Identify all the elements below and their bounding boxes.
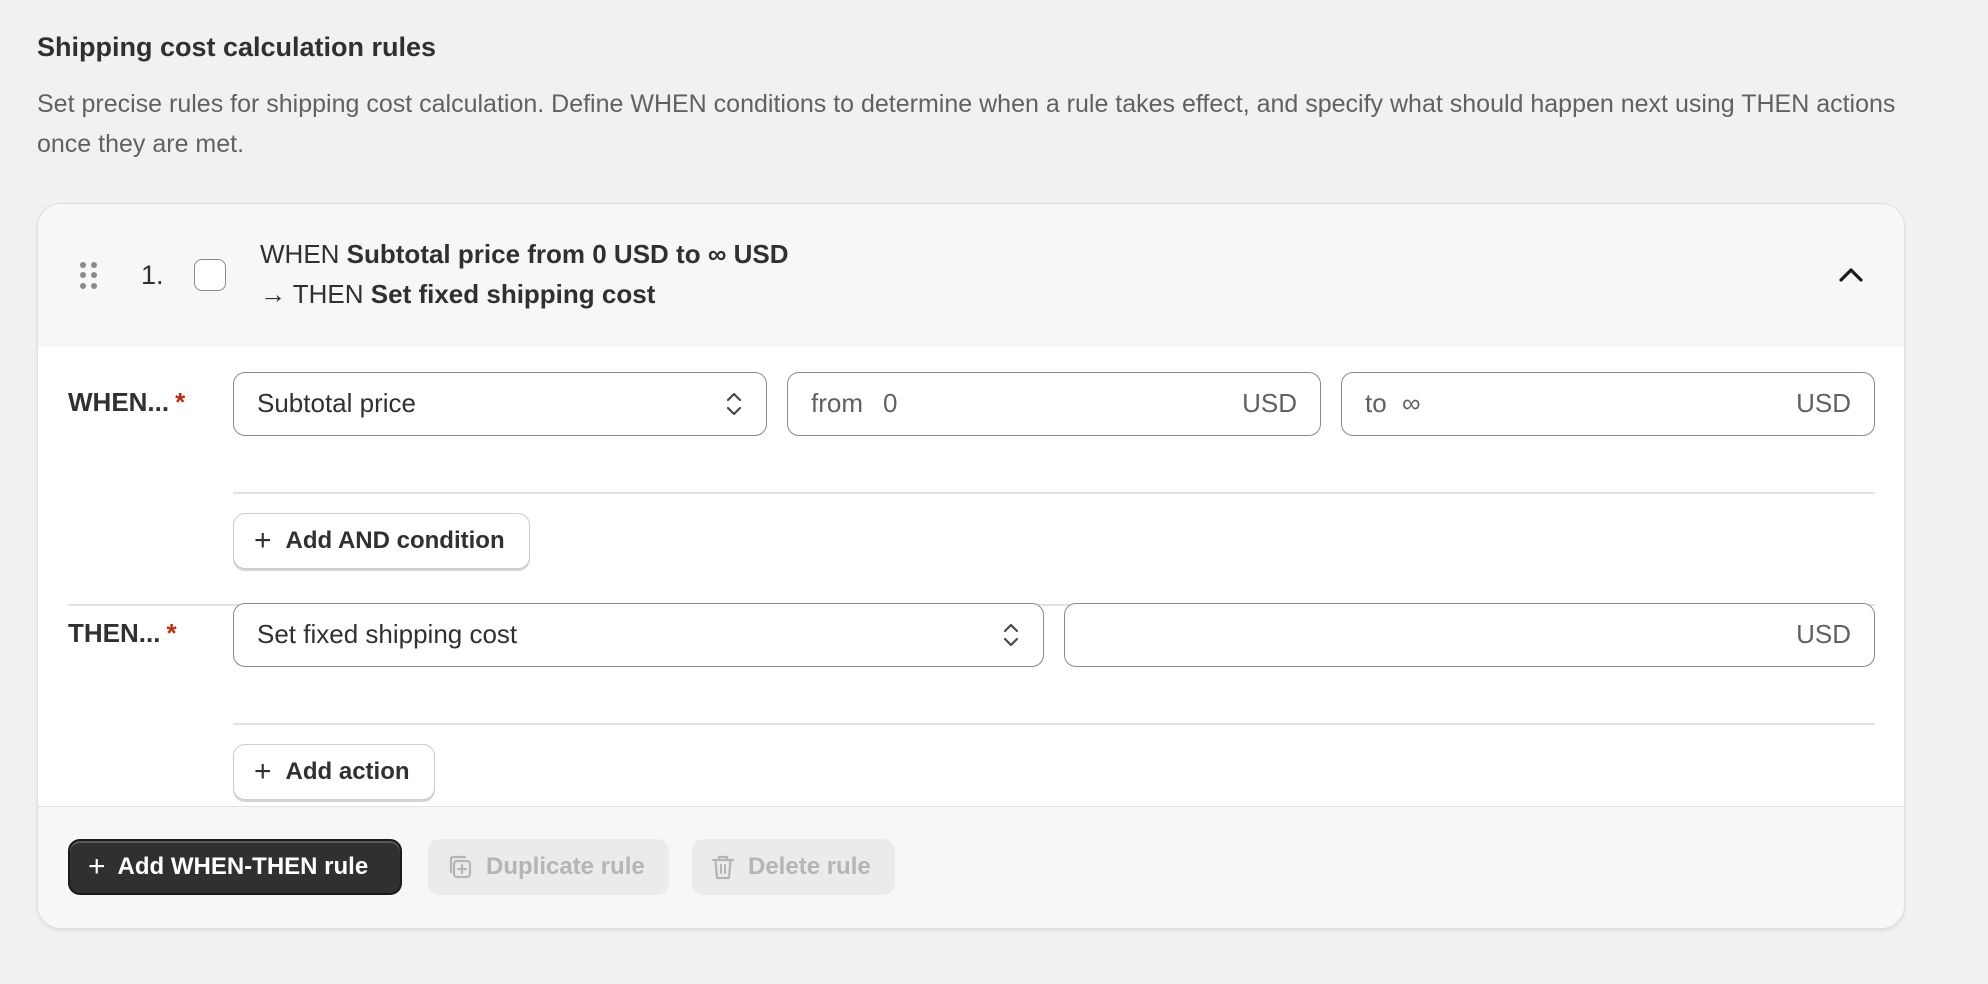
then-label: THEN... * [68,618,177,648]
to-value: ∞ [1402,388,1421,418]
required-mark: * [166,618,177,648]
duplicate-icon [449,855,472,879]
delete-rule-button[interactable]: Delete rule [692,839,895,895]
rule-summary: WHEN Subtotal price from 0 USD to ∞ USD … [260,234,788,314]
when-divider [233,492,1875,494]
add-when-then-rule-button[interactable]: + Add WHEN-THEN rule [68,839,402,895]
summary-then-prefix: → THEN [260,279,371,309]
shipping-cost-suffix: USD [1796,619,1851,649]
from-prefix: from [811,388,863,418]
trash-icon [711,855,735,880]
required-mark: * [175,387,186,417]
shipping-cost-input[interactable]: USD [1064,603,1875,667]
to-prefix: to [1365,388,1387,418]
summary-then-text: Set fixed shipping cost [370,279,656,309]
add-and-condition-button[interactable]: + Add AND condition [233,513,530,569]
duplicate-rule-button[interactable]: Duplicate rule [428,839,669,895]
condition-select[interactable]: Subtotal price [233,372,767,436]
select-chevron-icon [726,392,742,416]
to-suffix: USD [1796,388,1851,418]
add-action-button[interactable]: + Add action [233,744,435,800]
drag-handle-icon[interactable] [80,262,98,290]
rule-select-checkbox[interactable] [194,259,226,291]
to-value-input[interactable]: to ∞ USD [1341,372,1875,436]
plus-icon: + [254,524,272,557]
rule-header[interactable]: 1. WHEN Subtotal price from 0 USD to ∞ U… [38,204,1904,347]
plus-icon: + [88,850,106,883]
section-description: Set precise rules for shipping cost calc… [37,90,1896,158]
action-select[interactable]: Set fixed shipping cost [233,603,1044,667]
summary-when-prefix: WHEN [260,239,347,269]
when-label: WHEN... * [68,387,186,417]
shipping-rules-section: Shipping cost calculation rules Set prec… [37,30,1907,929]
select-chevron-icon [1003,623,1019,647]
plus-icon: + [254,755,272,788]
section-title: Shipping cost calculation rules [37,32,437,62]
rule-card: 1. WHEN Subtotal price from 0 USD to ∞ U… [37,203,1905,929]
summary-when-text: Subtotal price from 0 USD to ∞ USD [346,239,789,269]
rule-footer: + Add WHEN-THEN rule Duplicate rule Dele… [38,806,1904,928]
from-value-input[interactable]: from 0 USD [787,372,1321,436]
from-value: 0 [883,388,898,418]
chevron-up-icon[interactable] [1836,260,1866,290]
then-divider [233,723,1875,725]
rule-number: 1. [141,260,164,290]
from-suffix: USD [1242,388,1297,418]
